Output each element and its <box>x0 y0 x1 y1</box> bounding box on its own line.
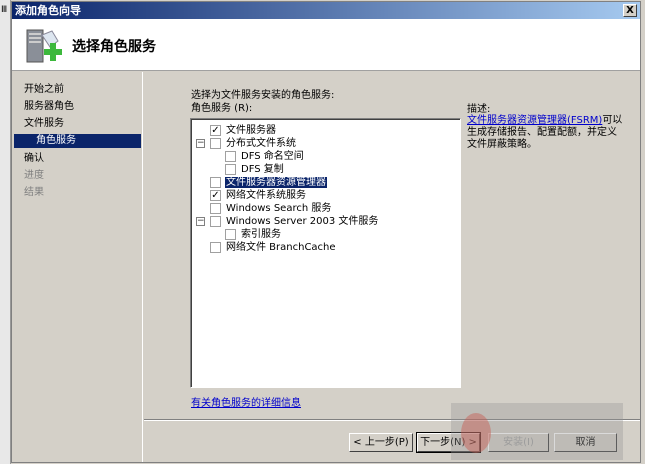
tree-item[interactable]: DFS 复制 <box>225 163 284 176</box>
nav-step-role-services[interactable]: 角色服务 <box>14 134 141 148</box>
watermark-logo-icon <box>461 413 491 453</box>
nav-step-confirmation[interactable]: 确认 <box>24 152 44 166</box>
collapse-icon[interactable]: − <box>196 217 205 226</box>
tree-item[interactable]: Windows Search 服务 <box>210 202 331 215</box>
tree-item[interactable]: 网络文件 BranchCache <box>210 241 336 254</box>
checkbox[interactable]: ✓ <box>210 190 221 201</box>
checkbox[interactable]: ✓ <box>210 125 221 136</box>
wizard-header: 选择角色服务 <box>12 19 640 71</box>
tree-item[interactable]: ✓ 文件服务器 <box>210 124 276 137</box>
checkbox[interactable] <box>210 138 221 149</box>
checkbox[interactable] <box>225 164 236 175</box>
watermark-overlay <box>451 403 623 460</box>
tree-item[interactable]: 索引服务 <box>225 228 281 241</box>
nav-step-file-services[interactable]: 文件服务 <box>24 117 64 131</box>
background-window-icon: Ⅲ <box>1 5 8 15</box>
description-text: 文件服务器资源管理器(FSRM)可以 生成存储报告、配置配额，并定义 文件屏蔽策… <box>467 115 623 150</box>
title-bar[interactable]: 添加角色向导 X <box>12 2 640 19</box>
tree-item[interactable]: ✓ 网络文件系统服务 <box>210 189 306 202</box>
nav-step-server-roles[interactable]: 服务器角色 <box>24 100 74 114</box>
list-label: 角色服务 (R): <box>191 103 253 114</box>
tree-item[interactable]: − 分布式文件系统 <box>196 137 296 150</box>
checkbox[interactable] <box>225 151 236 162</box>
nav-step-before-you-begin[interactable]: 开始之前 <box>24 83 64 97</box>
server-add-icon <box>26 29 62 63</box>
checkbox[interactable] <box>210 216 221 227</box>
wizard-window: 添加角色向导 X 选择角色服务 开始之前 服务器角色 文件服务 角色服务 确认 … <box>11 1 641 463</box>
tree-item[interactable]: − Windows Server 2003 文件服务 <box>196 215 378 228</box>
page-title: 选择角色服务 <box>72 39 156 55</box>
collapse-icon[interactable]: − <box>196 139 205 148</box>
close-button[interactable]: X <box>623 4 637 17</box>
checkbox[interactable] <box>225 229 236 240</box>
description-label: 描述: <box>467 104 491 115</box>
window-title: 添加角色向导 <box>15 4 81 17</box>
nav-step-progress: 进度 <box>24 170 44 181</box>
tree-item[interactable]: DFS 命名空间 <box>225 150 304 163</box>
more-info-link[interactable]: 有关角色服务的详细信息 <box>191 394 301 409</box>
background-window-strip: Ⅲ <box>0 0 11 464</box>
checkbox[interactable] <box>210 242 221 253</box>
previous-button[interactable]: < 上一步(P) <box>349 433 413 452</box>
checkbox[interactable] <box>210 177 221 188</box>
wizard-steps: 开始之前 服务器角色 文件服务 角色服务 确认 进度 结果 <box>12 72 143 462</box>
tree-item-selected[interactable]: 文件服务器资源管理器 <box>210 176 327 189</box>
checkbox[interactable] <box>210 203 221 214</box>
role-services-tree[interactable]: ✓ 文件服务器 − 分布式文件系统 DFS 命名空间 DFS 复制 文件服务器资源管… <box>190 118 461 388</box>
fsrm-link[interactable]: 文件服务器资源管理器(FSRM) <box>467 115 602 126</box>
nav-step-results: 结果 <box>24 187 44 198</box>
